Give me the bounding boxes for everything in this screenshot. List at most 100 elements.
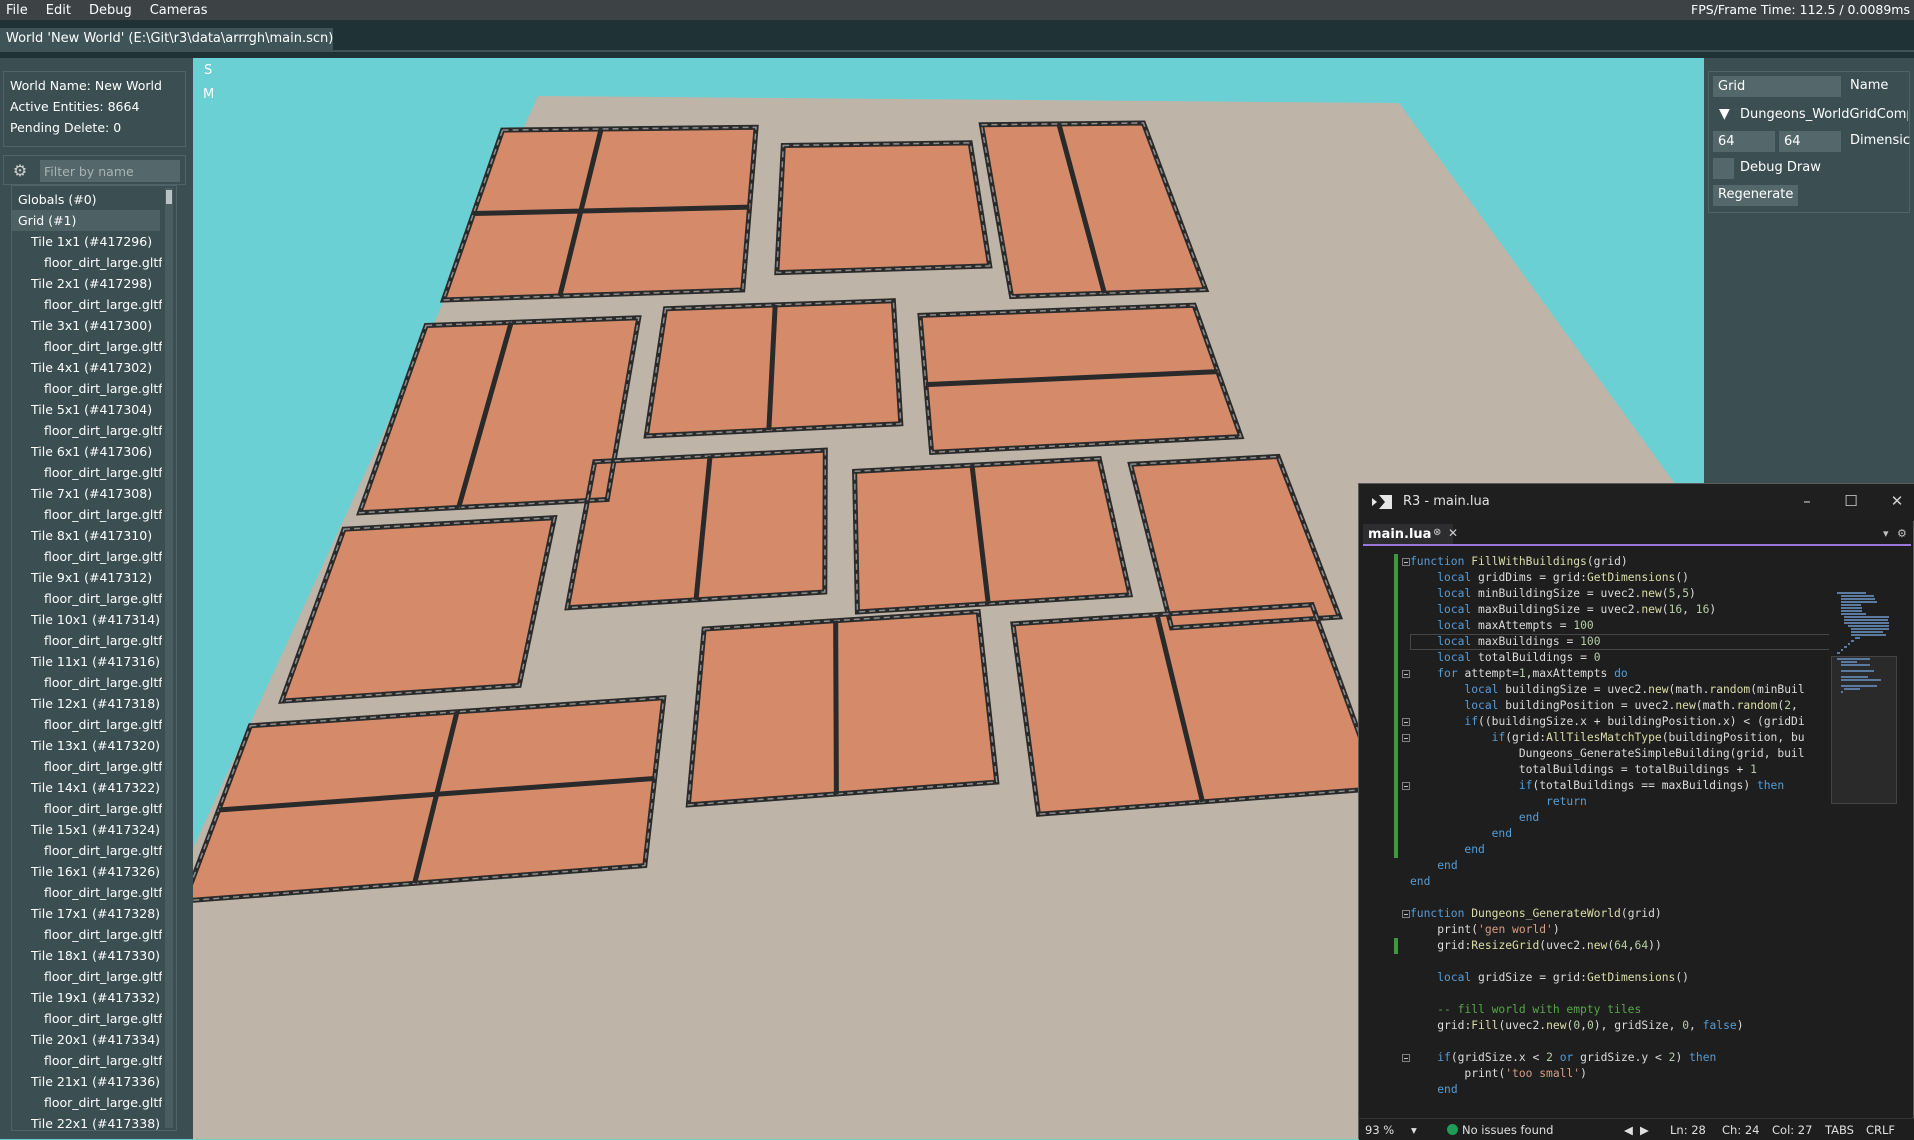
tree-item-mesh[interactable]: floor_dirt_large.gltf: [12, 630, 162, 651]
tree-item-mesh[interactable]: floor_dirt_large.gltf: [12, 798, 162, 819]
code-line[interactable]: local maxBuildingSize = uvec2.new(16, 16…: [1363, 602, 1829, 618]
code-line[interactable]: if(grid:AllTilesMatchType(buildingPositi…: [1363, 730, 1829, 746]
viewport-label-m[interactable]: M: [203, 87, 214, 102]
tree-item[interactable]: Tile 1x1 (#417296): [12, 231, 162, 252]
code-line[interactable]: grid:Fill(uvec2.new(0,0), gridSize, 0, f…: [1363, 1018, 1829, 1034]
component-title[interactable]: Dungeons_WorldGridComp: [1740, 107, 1908, 122]
code-line[interactable]: -- fill world with empty tiles: [1363, 1002, 1829, 1018]
tree-item-mesh[interactable]: floor_dirt_large.gltf: [12, 546, 162, 567]
tree-item[interactable]: Tile 21x1 (#417336): [12, 1071, 162, 1092]
code-line[interactable]: [1363, 890, 1829, 906]
prev-issue-icon[interactable]: ◀: [1624, 1123, 1633, 1137]
tree-item[interactable]: Tile 2x1 (#417298): [12, 273, 162, 294]
pin-icon[interactable]: ⊗: [1433, 527, 1441, 538]
tree-item[interactable]: Tile 17x1 (#417328): [12, 903, 162, 924]
code-line[interactable]: local buildingSize = uvec2.new(math.rand…: [1363, 682, 1829, 698]
tree-item[interactable]: Globals (#0): [12, 189, 162, 210]
code-line[interactable]: local buildingPosition = uvec2.new(math.…: [1363, 698, 1829, 714]
code-line[interactable]: end: [1363, 874, 1829, 890]
tree-item[interactable]: Tile 6x1 (#417306): [12, 441, 162, 462]
fold-toggle-icon[interactable]: [1402, 910, 1410, 918]
tree-item-mesh[interactable]: floor_dirt_large.gltf: [12, 756, 162, 777]
zoom-level[interactable]: 93 %: [1365, 1123, 1394, 1137]
gear-icon[interactable]: ⚙: [11, 162, 29, 180]
line-ending[interactable]: CRLF: [1866, 1123, 1895, 1137]
tab-close-icon[interactable]: ✕: [1448, 526, 1458, 540]
viewport-label-s[interactable]: S: [204, 63, 212, 78]
collapse-triangle-icon[interactable]: ▼: [1719, 106, 1730, 122]
next-issue-icon[interactable]: ▶: [1640, 1123, 1649, 1137]
tab-main-lua[interactable]: main.lua ⊗ ✕: [1363, 524, 1458, 544]
code-line[interactable]: local maxAttempts = 100: [1363, 618, 1829, 634]
code-line[interactable]: if(totalBuildings == maxBuildings) then: [1363, 778, 1829, 794]
tree-item[interactable]: Tile 10x1 (#417314): [12, 609, 162, 630]
tree-item[interactable]: Tile 8x1 (#417310): [12, 525, 162, 546]
world-tab[interactable]: World 'New World' (E:\Git\r3\data\arrrgh…: [0, 28, 333, 50]
code-line[interactable]: Dungeons_GenerateSimpleBuilding(grid, bu…: [1363, 746, 1829, 762]
issues-indicator[interactable]: No issues found: [1447, 1123, 1553, 1137]
code-line[interactable]: totalBuildings = totalBuildings + 1: [1363, 762, 1829, 778]
tree-item[interactable]: Tile 4x1 (#417302): [12, 357, 162, 378]
menu-cameras[interactable]: Cameras: [150, 3, 208, 18]
code-line[interactable]: local maxBuildings = 100: [1363, 634, 1829, 650]
tree-item[interactable]: Tile 7x1 (#417308): [12, 483, 162, 504]
zoom-dropdown-icon[interactable]: ▾: [1411, 1123, 1417, 1137]
tree-item[interactable]: Tile 5x1 (#417304): [12, 399, 162, 420]
code-line[interactable]: return: [1363, 794, 1829, 810]
code-line[interactable]: for attempt=1,maxAttempts do: [1363, 666, 1829, 682]
editor-settings-icon[interactable]: ⚙: [1897, 527, 1907, 540]
minimize-icon[interactable]: –: [1797, 491, 1817, 511]
fold-toggle-icon[interactable]: [1402, 558, 1410, 566]
tree-scrollbar[interactable]: [165, 188, 173, 1128]
code-line[interactable]: if((buildingSize.x + buildingPosition.x)…: [1363, 714, 1829, 730]
fold-toggle-icon[interactable]: [1402, 670, 1410, 678]
code-line[interactable]: function FillWithBuildings(grid): [1363, 554, 1829, 570]
tree-item-mesh[interactable]: floor_dirt_large.gltf: [12, 252, 162, 273]
tree-item[interactable]: Grid (#1): [12, 210, 160, 231]
tree-item[interactable]: Tile 14x1 (#417322): [12, 777, 162, 798]
code-line[interactable]: [1363, 954, 1829, 970]
tree-item-mesh[interactable]: floor_dirt_large.gltf: [12, 672, 162, 693]
tree-item-mesh[interactable]: floor_dirt_large.gltf: [12, 378, 162, 399]
tree-item-mesh[interactable]: floor_dirt_large.gltf: [12, 1050, 162, 1071]
code-line[interactable]: print('too small'): [1363, 1066, 1829, 1082]
code-line[interactable]: local totalBuildings = 0: [1363, 650, 1829, 666]
tree-item[interactable]: Tile 9x1 (#417312): [12, 567, 162, 588]
code-area[interactable]: function FillWithBuildings(grid) local g…: [1363, 552, 1829, 1096]
regenerate-button[interactable]: Regenerate: [1713, 185, 1799, 206]
code-line[interactable]: end: [1363, 826, 1829, 842]
tree-item-mesh[interactable]: floor_dirt_large.gltf: [12, 1008, 162, 1029]
tree-scrollbar-thumb[interactable]: [166, 190, 172, 204]
code-line[interactable]: local gridDims = grid:GetDimensions(): [1363, 570, 1829, 586]
tree-item[interactable]: Tile 13x1 (#417320): [12, 735, 162, 756]
tree-item[interactable]: Tile 18x1 (#417330): [12, 945, 162, 966]
code-line[interactable]: end: [1363, 842, 1829, 858]
fold-toggle-icon[interactable]: [1402, 718, 1410, 726]
code-minimap[interactable]: [1829, 552, 1899, 1096]
tree-item-mesh[interactable]: floor_dirt_large.gltf: [12, 840, 162, 861]
filter-input[interactable]: [40, 160, 180, 182]
menu-debug[interactable]: Debug: [89, 3, 132, 18]
dimension-y-field[interactable]: 64: [1779, 131, 1841, 152]
fold-toggle-icon[interactable]: [1402, 734, 1410, 742]
code-line[interactable]: function Dungeons_GenerateWorld(grid): [1363, 906, 1829, 922]
code-line[interactable]: print('gen world'): [1363, 922, 1829, 938]
code-line[interactable]: [1363, 1034, 1829, 1050]
menu-edit[interactable]: Edit: [46, 3, 71, 18]
maximize-icon[interactable]: ☐: [1841, 491, 1861, 511]
tree-item-mesh[interactable]: floor_dirt_large.gltf: [12, 1092, 162, 1113]
tree-item[interactable]: Tile 12x1 (#417318): [12, 693, 162, 714]
debug-draw-checkbox[interactable]: [1713, 158, 1734, 179]
component-type-field[interactable]: Grid: [1713, 76, 1841, 97]
code-line[interactable]: end: [1363, 810, 1829, 826]
tree-item[interactable]: Tile 22x1 (#417338): [12, 1113, 162, 1130]
fold-toggle-icon[interactable]: [1402, 1054, 1410, 1062]
tree-item-mesh[interactable]: floor_dirt_large.gltf: [12, 882, 162, 903]
tree-item-mesh[interactable]: floor_dirt_large.gltf: [12, 504, 162, 525]
tree-item[interactable]: Tile 16x1 (#417326): [12, 861, 162, 882]
tree-item-mesh[interactable]: floor_dirt_large.gltf: [12, 336, 162, 357]
close-icon[interactable]: ✕: [1887, 491, 1907, 511]
tab-dropdown-icon[interactable]: ▾: [1883, 527, 1889, 540]
tree-item-mesh[interactable]: floor_dirt_large.gltf: [12, 420, 162, 441]
tree-item[interactable]: Tile 11x1 (#417316): [12, 651, 162, 672]
